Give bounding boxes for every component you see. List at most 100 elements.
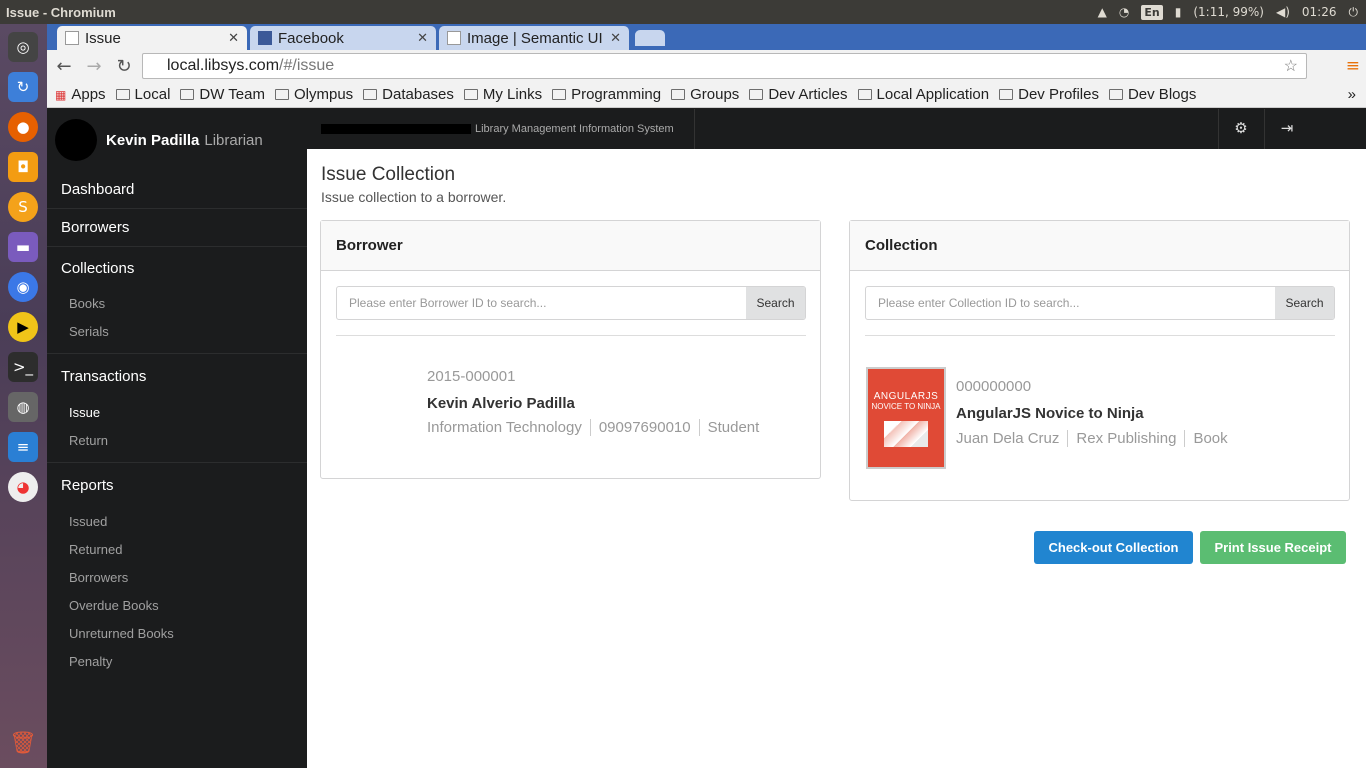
- software-center-icon[interactable]: ◘: [8, 152, 38, 182]
- bookmark-folder[interactable]: Dev Articles: [749, 86, 848, 103]
- sidebar-item-unreturned-books[interactable]: Unreturned Books: [47, 619, 307, 647]
- clock[interactable]: 01:26: [1302, 5, 1337, 19]
- sidebar-item-transactions[interactable]: Transactions: [47, 354, 307, 398]
- tab-issue[interactable]: Issue ✕: [57, 26, 247, 50]
- camera-icon[interactable]: ◍: [8, 392, 38, 422]
- bookmark-label: Databases: [382, 86, 454, 103]
- redacted-logo: [321, 124, 471, 134]
- borrower-search-button[interactable]: Search: [746, 287, 805, 319]
- print-issue-receipt-button[interactable]: Print Issue Receipt: [1200, 531, 1346, 564]
- borrower-name: Kevin Alverio Padilla: [427, 395, 575, 412]
- sidebar-item-overdue-books[interactable]: Overdue Books: [47, 591, 307, 619]
- bookmark-folder[interactable]: Local: [115, 86, 171, 103]
- sidebar-item-issue[interactable]: Issue: [47, 398, 307, 426]
- collection-details: Juan Dela Cruz Rex Publishing Book: [956, 430, 1228, 447]
- logout-icon[interactable]: ⇥: [1277, 119, 1297, 139]
- bookmark-apps[interactable]: ▦ Apps: [55, 86, 106, 103]
- wifi-icon[interactable]: ◔: [1119, 5, 1129, 19]
- borrower-phone: 09097690010: [589, 419, 691, 436]
- sidebar-item-dashboard[interactable]: Dashboard: [47, 171, 307, 209]
- sidebar-item-borrowers[interactable]: Borrowers: [47, 209, 307, 247]
- back-icon[interactable]: ←: [49, 56, 79, 77]
- borrower-department: Information Technology: [427, 419, 582, 436]
- more-bookmarks-button[interactable]: »: [1348, 86, 1356, 103]
- text-editor-icon[interactable]: ≡: [8, 432, 38, 462]
- tab-semantic-ui[interactable]: Image | Semantic UI ✕: [439, 26, 629, 50]
- bookmark-label: My Links: [482, 86, 543, 103]
- bookmark-folder[interactable]: Dev Profiles: [999, 86, 1099, 103]
- terminal-icon[interactable]: >_: [8, 352, 38, 382]
- battery-icon[interactable]: ▮: [1175, 5, 1182, 19]
- sidebar-item-collections[interactable]: Collections: [47, 247, 307, 289]
- checkout-collection-button[interactable]: Check-out Collection: [1034, 531, 1193, 564]
- sidebar-item-books[interactable]: Books: [47, 289, 307, 317]
- folder-icon: [671, 89, 686, 100]
- dash-icon[interactable]: ◎: [8, 32, 38, 62]
- collection-type: Book: [1184, 430, 1228, 447]
- sidebar-item-issued[interactable]: Issued: [47, 507, 307, 535]
- bookmark-folder[interactable]: Databases: [363, 86, 454, 103]
- bookmark-star-icon[interactable]: ☆: [1284, 56, 1298, 76]
- sublime-icon[interactable]: S: [8, 192, 38, 222]
- sidebar: Kevin Padilla Librarian Dashboard Borrow…: [47, 109, 307, 768]
- media-player-icon[interactable]: ▶: [8, 312, 38, 342]
- bookmark-folder[interactable]: Programming: [552, 86, 661, 103]
- sidebar-item-report-borrowers[interactable]: Borrowers: [47, 563, 307, 591]
- sidebar-item-serials[interactable]: Serials: [47, 317, 307, 345]
- close-icon[interactable]: ✕: [228, 30, 239, 46]
- collection-search: Please enter Collection ID to search... …: [865, 286, 1335, 320]
- battery-status[interactable]: (1:11, 99%): [1193, 5, 1264, 19]
- close-icon[interactable]: ✕: [610, 30, 621, 46]
- power-icon[interactable]: ⏻: [1349, 5, 1359, 20]
- tab-facebook[interactable]: Facebook ✕: [250, 26, 436, 50]
- sidebar-group-reports: Reports Issued Returned Borrowers Overdu…: [47, 463, 307, 683]
- bookmark-label: DW Team: [199, 86, 265, 103]
- trash-icon[interactable]: 🗑: [8, 728, 38, 758]
- collection-id-input[interactable]: Please enter Collection ID to search...: [866, 287, 1275, 319]
- bookmark-folder[interactable]: Groups: [671, 86, 739, 103]
- tab-label: Issue: [85, 29, 121, 47]
- sidebar-item-penalty[interactable]: Penalty: [47, 647, 307, 675]
- settings-gear-icon[interactable]: ⚙: [1231, 119, 1251, 139]
- bookmark-label: Local: [134, 86, 171, 103]
- avatar: [55, 119, 97, 161]
- collection-publisher: Rex Publishing: [1067, 430, 1176, 447]
- chromium-icon[interactable]: ◉: [8, 272, 38, 302]
- folder-icon: [274, 89, 289, 100]
- borrower-id-input[interactable]: Please enter Borrower ID to search...: [337, 287, 746, 319]
- keyboard-layout[interactable]: En: [1141, 4, 1163, 20]
- disk-usage-icon[interactable]: ◕: [8, 472, 38, 502]
- bookmark-folder[interactable]: Olympus: [274, 86, 353, 103]
- folder-icon: [749, 89, 764, 100]
- borrower-id: 2015-000001: [427, 368, 516, 385]
- bookmark-folder[interactable]: Dev Blogs: [1108, 86, 1196, 103]
- firefox-icon[interactable]: ●: [8, 112, 38, 142]
- divider: [336, 335, 806, 336]
- close-icon[interactable]: ✕: [417, 30, 428, 46]
- files-icon[interactable]: ↻: [8, 72, 38, 102]
- sidebar-item-return[interactable]: Return: [47, 426, 307, 454]
- bookmark-folder[interactable]: Local Application: [857, 86, 989, 103]
- reload-icon[interactable]: ↻: [109, 56, 139, 77]
- bookmarks-bar: ▦ Apps Local DW Team Olympus Databases My…: [47, 82, 1366, 108]
- collection-search-button[interactable]: Search: [1275, 287, 1334, 319]
- divider: [1264, 109, 1265, 149]
- forward-icon[interactable]: →: [79, 56, 109, 77]
- bookmark-folder[interactable]: DW Team: [180, 86, 265, 103]
- vlc-icon[interactable]: ▲: [1098, 5, 1107, 19]
- menu-icon[interactable]: ≡: [1346, 56, 1360, 76]
- address-bar[interactable]: local.libsys.com/#/issue ☆: [142, 53, 1307, 79]
- sidebar-item-reports[interactable]: Reports: [47, 463, 307, 507]
- tab-strip: Issue ✕ Facebook ✕ Image | Semantic UI ✕: [47, 24, 1366, 50]
- cover-subtitle: NOVICE TO NINJA: [871, 402, 941, 411]
- folder-icon: [180, 89, 195, 100]
- url-path: /#/issue: [279, 57, 335, 74]
- sidebar-group-transactions: Transactions Issue Return: [47, 354, 307, 463]
- folder-icon[interactable]: ▬: [8, 232, 38, 262]
- volume-icon[interactable]: ◀): [1276, 5, 1290, 19]
- bookmark-folder[interactable]: My Links: [463, 86, 543, 103]
- bookmark-label: Dev Profiles: [1018, 86, 1099, 103]
- app-header: Library Management Information System ⚙ …: [307, 109, 1366, 149]
- sidebar-item-returned[interactable]: Returned: [47, 535, 307, 563]
- new-tab-button[interactable]: [635, 30, 665, 46]
